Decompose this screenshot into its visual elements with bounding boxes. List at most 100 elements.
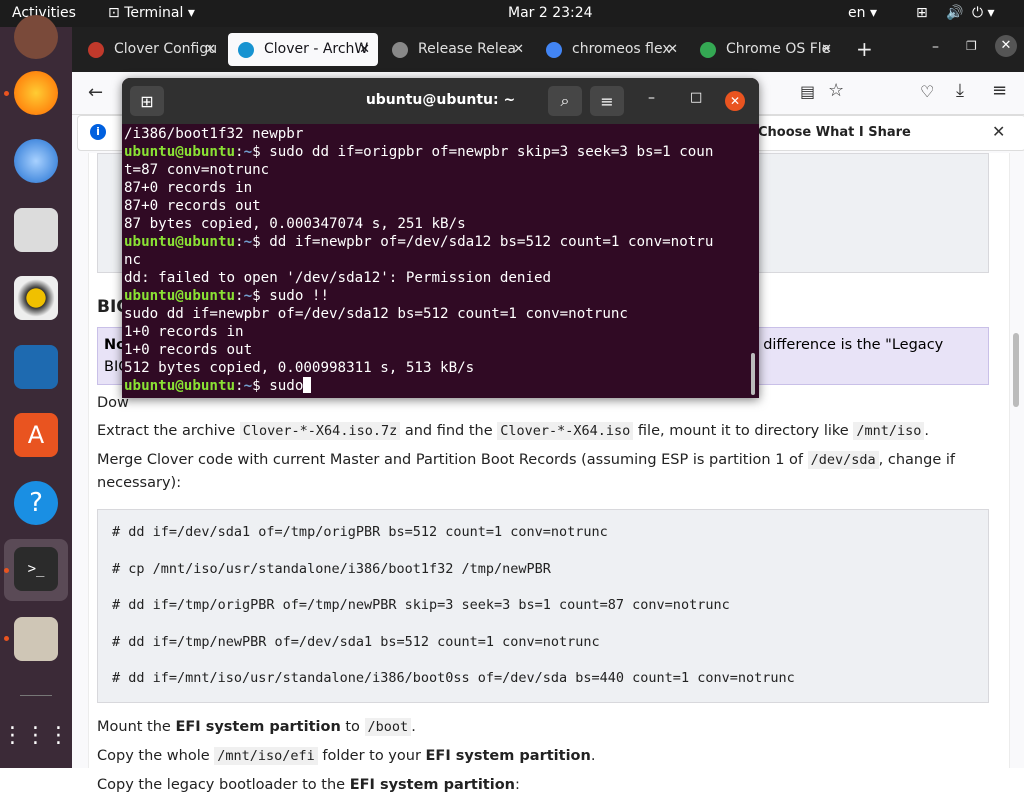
menu-icon[interactable]: ≡ [992, 80, 1007, 101]
close-icon[interactable]: ✕ [205, 33, 216, 66]
reader-view-icon[interactable]: ▤ [800, 82, 815, 101]
tab-favicon-icon [88, 42, 104, 58]
text: Copy the legacy bootloader to the [97, 777, 350, 793]
code-line: # dd if=/dev/sda1 of=/tmp/origPBR bs=512… [112, 524, 608, 540]
prompt-path: ~ [243, 144, 253, 160]
close-icon[interactable]: ✕ [725, 91, 745, 111]
volume-icon[interactable]: 🔊 [946, 5, 963, 21]
terminal-line: ubuntu@ubuntu:~$ sudo !! [124, 287, 750, 305]
terminal-line: dd: failed to open '/dev/sda12': Permiss… [124, 270, 552, 286]
text: : [514, 777, 520, 793]
tab-release[interactable]: Release Relea ✕ [382, 33, 532, 66]
clock[interactable]: Mar 2 23:24 [508, 5, 593, 21]
terminal-line: 87 bytes copied, 0.000347074 s, 251 kB/s [124, 216, 466, 232]
terminal-title: ubuntu@ubuntu: ~ [365, 92, 516, 108]
files-icon[interactable] [14, 208, 58, 252]
prompt-user: ubuntu@ubuntu [124, 234, 236, 250]
terminal-header[interactable]: ⊞ ubuntu@ubuntu: ~ ⌕ ≡ – □ ✕ [122, 78, 759, 124]
restore-icon[interactable]: ❐ [966, 39, 977, 53]
rhythmbox-icon[interactable] [14, 276, 58, 320]
prompt-user: ubuntu@ubuntu [124, 378, 236, 394]
bold-text: EFI system partition [349, 777, 515, 793]
text: Merge Clover code with current Master an… [97, 452, 808, 468]
prompt-separator: : [235, 378, 244, 394]
text: . [411, 719, 416, 735]
maximize-icon[interactable]: □ [690, 90, 702, 105]
minimize-icon[interactable]: – [648, 90, 655, 106]
network-icon[interactable]: ⊞ [916, 5, 928, 21]
back-icon[interactable]: ← [88, 82, 103, 103]
command-text: $ dd if=newpbr of=/dev/sda12 bs=512 coun… [252, 234, 714, 250]
text: Extract the archive [97, 423, 240, 439]
prompt-path: ~ [243, 234, 253, 250]
close-window-icon[interactable]: ✕ [995, 35, 1017, 57]
close-icon[interactable]: ✕ [513, 33, 524, 66]
note-text: y difference is the "Legacy [750, 337, 944, 353]
tab-favicon-icon [546, 42, 562, 58]
copy-paragraph: Copy the whole /mnt/iso/efi folder to yo… [97, 747, 595, 765]
terminal-scrollbar[interactable] [751, 353, 755, 395]
writer-icon[interactable] [14, 345, 58, 389]
extract-paragraph: Extract the archive Clover-*-X64.iso.7z … [97, 422, 929, 440]
inline-code: /dev/sda [807, 451, 879, 469]
inline-code: /mnt/iso [853, 422, 925, 440]
tab-chrome-os-flex[interactable]: Chrome OS Fle ✕ [690, 33, 840, 66]
show-apps-icon[interactable]: ⋮⋮⋮ [2, 713, 70, 757]
search-icon[interactable]: ⌕ [548, 86, 582, 116]
close-icon[interactable]: ✕ [359, 33, 370, 66]
terminal-output[interactable]: /i386/boot1f32 newpbr ubuntu@ubuntu:~$ su… [124, 125, 750, 398]
tab-label: Clover - ArchW [264, 41, 369, 57]
app-center-icon[interactable]: A [14, 413, 58, 457]
inline-code: Clover-*-X64.iso.7z [239, 422, 401, 440]
app-menu-label: Terminal [124, 5, 184, 21]
minimize-icon[interactable]: – [932, 39, 939, 55]
tab-chromeos-flex[interactable]: chromeos flex ✕ [536, 33, 686, 66]
help-icon[interactable]: ? [14, 481, 58, 525]
command-text: $ sudo dd if=origpbr of=newpbr skip=3 se… [252, 144, 714, 160]
bold-text: EFI system partition [175, 719, 341, 735]
downloads-icon[interactable]: ⤓ [956, 80, 964, 101]
tab-favicon-icon [392, 42, 408, 58]
page-scrollbar[interactable] [1010, 153, 1024, 768]
terminal-window[interactable]: ⊞ ubuntu@ubuntu: ~ ⌕ ≡ – □ ✕ /i386/boot1… [122, 78, 759, 398]
terminal-line: 87+0 records out [124, 198, 261, 214]
prompt-path: ~ [243, 378, 253, 394]
text: . [924, 423, 929, 439]
thunderbird-icon[interactable] [14, 139, 58, 183]
pocket-icon[interactable]: ♡ [920, 82, 934, 101]
bold-text: EFI system partition [425, 748, 591, 764]
hamburger-menu-icon[interactable]: ≡ [590, 86, 624, 116]
terminal-line: 512 bytes copied, 0.000998311 s, 513 kB/… [124, 360, 475, 376]
archive-manager-icon[interactable] [14, 617, 58, 661]
terminal-dock-icon[interactable]: >_ [14, 547, 58, 591]
terminal-line: ubuntu@ubuntu:~$ dd if=newpbr of=/dev/sd… [124, 233, 750, 251]
tab-clover-config[interactable]: Clover Configu ✕ [78, 33, 224, 66]
text: to [340, 719, 365, 735]
inline-code: /boot [364, 718, 412, 736]
dock: A ? >_ ⋮⋮⋮ [0, 15, 72, 768]
firefox-icon[interactable] [14, 71, 58, 115]
prompt-path: ~ [243, 288, 253, 304]
tab-strip: Clover Configu ✕ Clover - ArchW ✕ Release … [72, 27, 1024, 72]
close-icon[interactable]: ✕ [821, 33, 832, 66]
power-icon[interactable]: ⏻ ▾ [972, 5, 995, 21]
terminal-icon: ⊡ [108, 5, 120, 21]
code-block: # dd if=/dev/sda1 of=/tmp/origPBR bs=512… [97, 509, 989, 703]
prompt-user: ubuntu@ubuntu [124, 288, 236, 304]
close-icon[interactable]: ✕ [992, 122, 1005, 141]
close-icon[interactable]: ✕ [667, 33, 678, 66]
choose-what-i-share-button[interactable]: Choose What I Share [758, 125, 911, 140]
terminal-line: ubuntu@ubuntu:~$ sudo [124, 377, 750, 395]
tab-clover-archwiki[interactable]: Clover - ArchW ✕ [228, 33, 378, 66]
ubuntu-software-icon[interactable] [14, 15, 58, 59]
info-icon: i [90, 124, 106, 140]
inline-code: /mnt/iso/efi [214, 747, 318, 765]
new-tab-icon[interactable]: + [856, 37, 873, 61]
app-menu[interactable]: ⊡ Terminal ▾ [108, 5, 195, 21]
prompt-separator: : [235, 234, 244, 250]
language-indicator[interactable]: en ▾ [848, 5, 877, 21]
language-label: en [848, 5, 866, 21]
bookmark-star-icon[interactable]: ☆ [828, 80, 844, 101]
scrollbar-thumb[interactable] [1013, 333, 1019, 407]
tab-label: Release Relea [418, 41, 516, 57]
